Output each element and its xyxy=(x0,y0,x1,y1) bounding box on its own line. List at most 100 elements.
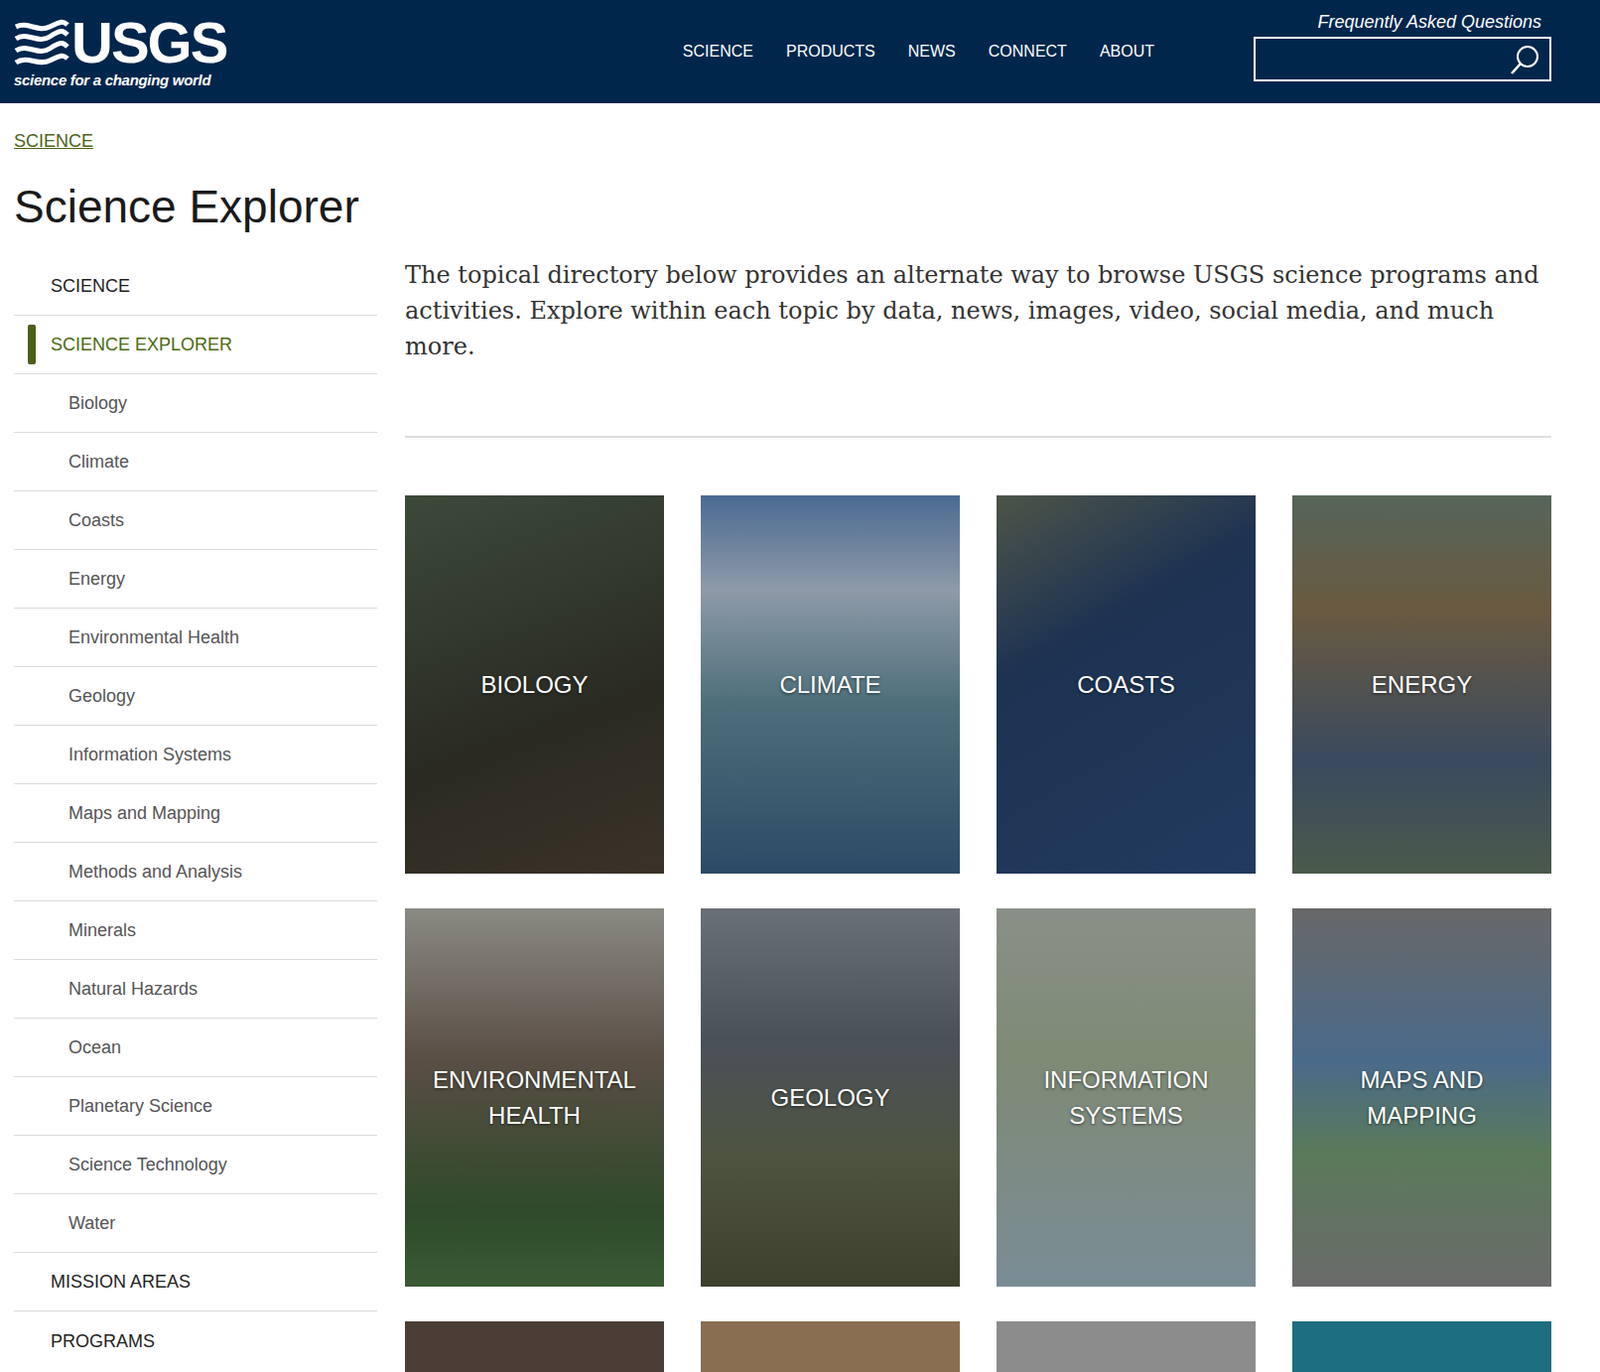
sidebar-item[interactable]: Environmental Health xyxy=(13,608,378,667)
nav-item[interactable]: PRODUCTS xyxy=(786,42,876,61)
topic-tile-label: COASTS xyxy=(1076,666,1176,703)
main-nav: SCIENCE PRODUCTS NEWS CONNECT ABOUT xyxy=(682,42,1155,61)
intro-text: The topical directory below provides an … xyxy=(404,257,1552,365)
topic-tile-label: GEOLOGY xyxy=(770,1079,890,1116)
header-tools: Frequently Asked Questions xyxy=(1253,11,1552,82)
usgs-waves-icon xyxy=(13,18,70,67)
search-input[interactable] xyxy=(1265,49,1510,70)
sidebar-item-label: Climate xyxy=(68,450,130,473)
nav-item[interactable]: ABOUT xyxy=(1099,42,1155,61)
topic-tile-label: ENERGY xyxy=(1371,666,1472,703)
page: USGSscience for a changing world SCIENCE P… xyxy=(0,0,1600,1372)
sidebar-item-label: SCIENCE xyxy=(50,274,131,297)
sidebar-item[interactable]: Information Systems xyxy=(13,725,378,785)
sidebar-item-label: PROGRAMS xyxy=(50,1330,155,1352)
site-header: USGSscience for a changing world SCIENCE P… xyxy=(0,0,1600,104)
topic-tile[interactable]: CLIMATE xyxy=(700,495,960,874)
sidebar-item-label: Coasts xyxy=(68,509,125,532)
active-indicator xyxy=(27,324,36,365)
sidebar-item[interactable]: SCIENCE EXPLORER xyxy=(13,315,378,375)
sidebar-item[interactable]: Science Technology xyxy=(13,1135,378,1195)
sidebar-item[interactable]: Geology xyxy=(13,666,378,726)
sidebar-item[interactable]: MISSION AREAS xyxy=(13,1252,378,1312)
sidebar-item[interactable]: PROGRAMS xyxy=(13,1311,378,1370)
topic-tile-label: ENVIRONMENTAL HEALTH xyxy=(416,1062,653,1134)
topic-tile[interactable]: ENERGY xyxy=(1292,495,1552,874)
sidebar-item[interactable]: Biology xyxy=(13,374,378,433)
sidebar-item-label: SCIENCE EXPLORER xyxy=(50,333,233,356)
sidebar-item[interactable]: Coasts xyxy=(13,491,378,550)
topic-tile[interactable]: COASTS xyxy=(996,495,1256,874)
content-layout: SCIENCE SCIENCE EXPLORER Biology Climate Coa… xyxy=(0,257,1600,1372)
topic-tile[interactable]: MAPS AND MAPPING xyxy=(1292,908,1552,1287)
topic-tile[interactable]: GEOLOGY xyxy=(700,908,960,1287)
topic-tile[interactable] xyxy=(700,1321,960,1372)
topic-tile[interactable] xyxy=(996,1321,1256,1372)
topic-tile[interactable] xyxy=(404,1321,665,1372)
topic-grid: BIOLOGY CLIMATE COASTS ENERGY ENVIRONMENTAL … xyxy=(404,495,1552,1372)
sidebar-item[interactable]: Natural Hazards xyxy=(13,959,378,1019)
sidebar-item-label: Ocean xyxy=(68,1036,122,1059)
sidebar-item-label: Biology xyxy=(68,392,128,414)
sidebar-item[interactable]: Minerals xyxy=(13,901,378,960)
sidebar-item-label: Planetary Science xyxy=(68,1094,213,1117)
logo-mark: USGS xyxy=(13,13,227,72)
usgs-logo[interactable]: USGSscience for a changing world xyxy=(13,13,227,90)
sidebar-item-label: Methods and Analysis xyxy=(68,860,243,883)
magnifier-icon[interactable] xyxy=(1509,43,1542,76)
sidebar-item-label: Maps and Mapping xyxy=(68,801,221,824)
sidebar-item[interactable]: Maps and Mapping xyxy=(13,784,378,843)
sidebar-item-label: Natural Hazards xyxy=(68,977,198,1000)
breadcrumb-link[interactable]: SCIENCE xyxy=(13,131,94,151)
sidebar-item[interactable]: Water xyxy=(13,1194,378,1253)
sidebar-item-label: Science Technology xyxy=(68,1153,228,1176)
nav-item[interactable]: NEWS xyxy=(908,42,956,61)
logo-tagline: science for a changing world xyxy=(13,71,227,90)
sidebar-item-label: Information Systems xyxy=(68,743,232,766)
sidebar-item-label: Water xyxy=(68,1211,116,1234)
sidebar-item[interactable]: Energy xyxy=(13,549,378,609)
sidebar-item[interactable]: Climate xyxy=(13,432,378,492)
main-content: The topical directory below provides an … xyxy=(404,257,1552,1372)
sidebar-item-label: Geology xyxy=(68,684,135,707)
topic-tile[interactable]: INFORMATION SYSTEMS xyxy=(996,908,1256,1287)
sidebar-item[interactable]: Ocean xyxy=(13,1018,378,1077)
faq-link[interactable]: Frequently Asked Questions xyxy=(1318,11,1552,33)
topic-tile-label: MAPS AND MAPPING xyxy=(1304,1062,1540,1134)
sidebar-item-label: Environmental Health xyxy=(68,626,240,649)
search-box xyxy=(1253,36,1552,82)
divider xyxy=(404,435,1552,438)
sidebar-item-label: Energy xyxy=(68,567,126,590)
topic-tile-label: INFORMATION SYSTEMS xyxy=(1008,1062,1244,1134)
topic-tile[interactable] xyxy=(1292,1321,1552,1372)
breadcrumb: SCIENCE xyxy=(0,103,1600,153)
sidebar: SCIENCE SCIENCE EXPLORER Biology Climate Coa… xyxy=(13,257,378,1372)
sidebar-item-label: Minerals xyxy=(68,919,136,941)
sidebar-item-label: MISSION AREAS xyxy=(50,1270,191,1293)
nav-item[interactable]: SCIENCE xyxy=(682,42,754,61)
sidebar-item[interactable]: Planetary Science xyxy=(13,1076,378,1136)
topic-tile-label: CLIMATE xyxy=(779,666,881,703)
topic-tile[interactable]: BIOLOGY xyxy=(404,495,665,874)
nav-item[interactable]: CONNECT xyxy=(988,42,1067,61)
sidebar-item[interactable]: SCIENCE xyxy=(13,257,378,316)
topic-tile[interactable]: ENVIRONMENTAL HEALTH xyxy=(404,908,665,1287)
sidebar-item[interactable]: Methods and Analysis xyxy=(13,842,378,902)
logo-wordmark: USGS xyxy=(71,13,227,72)
